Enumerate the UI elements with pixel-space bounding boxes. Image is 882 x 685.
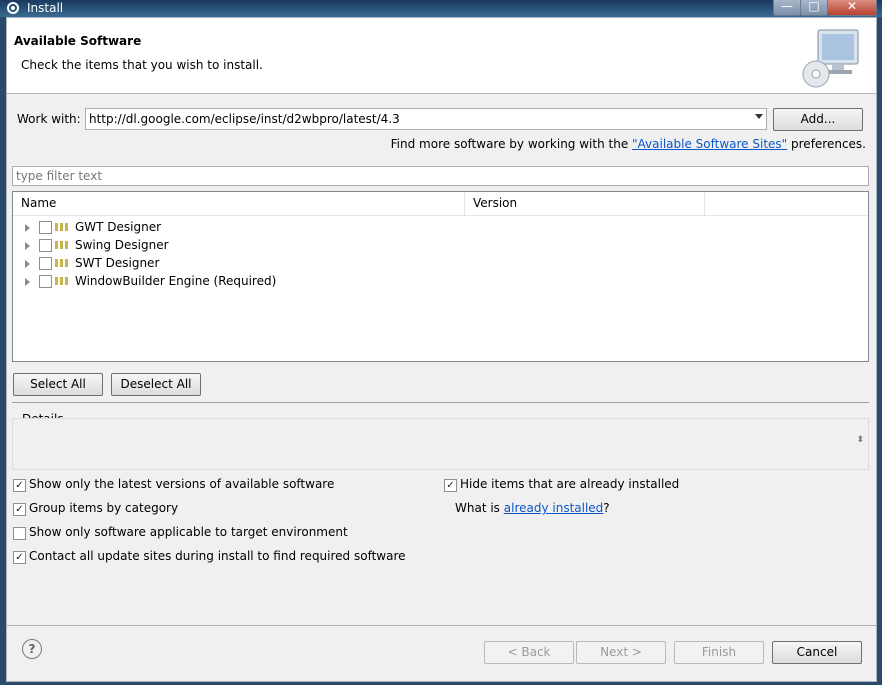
close-button[interactable]: ✕ bbox=[827, 0, 877, 16]
what-is-prefix: What is bbox=[455, 501, 504, 515]
details-area: ⬍ bbox=[12, 418, 869, 470]
item-checkbox[interactable] bbox=[39, 275, 52, 288]
item-label: GWT Designer bbox=[75, 220, 162, 234]
tree-row[interactable]: GWT Designer bbox=[13, 218, 868, 236]
minimize-button[interactable]: — bbox=[773, 0, 801, 16]
package-icon bbox=[55, 223, 68, 231]
latest-versions-checkbox[interactable]: ✓ bbox=[13, 479, 26, 492]
hide-installed-label: Hide items that are already installed bbox=[460, 477, 680, 491]
install-banner-icon bbox=[802, 29, 859, 88]
expand-icon[interactable] bbox=[25, 260, 30, 268]
help-icon[interactable]: ? bbox=[22, 639, 42, 659]
filter-input[interactable]: type filter text bbox=[12, 166, 869, 186]
contact-sites-checkbox[interactable]: ✓ bbox=[13, 551, 26, 564]
tree-row[interactable]: WindowBuilder Engine (Required) bbox=[13, 272, 868, 290]
expand-icon[interactable] bbox=[25, 242, 30, 250]
column-version[interactable]: Version bbox=[465, 192, 705, 215]
select-all-button[interactable]: Select All bbox=[13, 373, 103, 396]
find-more-text: Find more software by working with the "… bbox=[391, 137, 866, 151]
back-button[interactable]: < Back bbox=[484, 641, 574, 664]
target-env-checkbox[interactable] bbox=[13, 527, 26, 540]
item-label: Swing Designer bbox=[75, 238, 169, 252]
cancel-button[interactable]: Cancel bbox=[772, 641, 862, 664]
page-title: Available Software bbox=[14, 34, 142, 48]
gear-icon bbox=[7, 2, 19, 14]
dialog-header: Available Software Check the items that … bbox=[7, 18, 876, 94]
tree-row[interactable]: Swing Designer bbox=[13, 236, 868, 254]
find-more-prefix: Find more software by working with the bbox=[390, 137, 633, 151]
finish-button[interactable]: Finish bbox=[674, 641, 764, 664]
item-label: SWT Designer bbox=[75, 256, 160, 270]
window-title: Install bbox=[27, 1, 64, 15]
software-tree: Name Version GWT Designer Swing Designer… bbox=[12, 191, 869, 362]
target-env-label: Show only software applicable to target … bbox=[29, 525, 348, 539]
work-with-value: http://dl.google.com/eclipse/inst/d2wbpr… bbox=[89, 112, 400, 126]
package-icon bbox=[55, 259, 68, 267]
next-button[interactable]: Next > bbox=[576, 641, 666, 664]
available-sites-link[interactable]: "Available Software Sites" bbox=[632, 137, 787, 151]
expand-icon[interactable] bbox=[25, 224, 30, 232]
group-by-category-label: Group items by category bbox=[29, 501, 179, 515]
page-description: Check the items that you wish to install… bbox=[21, 58, 263, 72]
footer-separator bbox=[7, 625, 876, 626]
work-with-combo[interactable]: http://dl.google.com/eclipse/inst/d2wbpr… bbox=[85, 108, 767, 130]
item-checkbox[interactable] bbox=[39, 221, 52, 234]
maximize-button[interactable]: □ bbox=[800, 0, 828, 16]
spinner-icon[interactable]: ⬍ bbox=[856, 435, 864, 445]
work-with-label: Work with: bbox=[17, 112, 81, 126]
latest-versions-label: Show only the latest versions of availab… bbox=[29, 477, 335, 491]
what-is-installed-text: What is already installed? bbox=[455, 501, 610, 515]
install-dialog: Available Software Check the items that … bbox=[6, 17, 877, 682]
chevron-down-icon[interactable] bbox=[755, 114, 763, 119]
package-icon bbox=[55, 277, 68, 285]
separator bbox=[12, 402, 869, 403]
tree-row[interactable]: SWT Designer bbox=[13, 254, 868, 272]
contact-sites-label: Contact all update sites during install … bbox=[29, 549, 406, 563]
already-installed-link[interactable]: already installed bbox=[504, 501, 604, 515]
item-checkbox[interactable] bbox=[39, 257, 52, 270]
item-label: WindowBuilder Engine (Required) bbox=[75, 274, 277, 288]
group-by-category-checkbox[interactable]: ✓ bbox=[13, 503, 26, 516]
title-bar: Install — □ ✕ bbox=[0, 0, 882, 17]
column-name[interactable]: Name bbox=[13, 192, 465, 215]
hide-installed-checkbox[interactable]: ✓ bbox=[444, 479, 457, 492]
column-extra[interactable] bbox=[705, 192, 868, 215]
add-button[interactable]: Add... bbox=[773, 108, 863, 131]
what-is-suffix: ? bbox=[603, 501, 610, 515]
deselect-all-button[interactable]: Deselect All bbox=[111, 373, 201, 396]
find-more-suffix: preferences. bbox=[787, 137, 866, 151]
package-icon bbox=[55, 241, 68, 249]
tree-header: Name Version bbox=[13, 192, 868, 216]
expand-icon[interactable] bbox=[25, 278, 30, 286]
item-checkbox[interactable] bbox=[39, 239, 52, 252]
